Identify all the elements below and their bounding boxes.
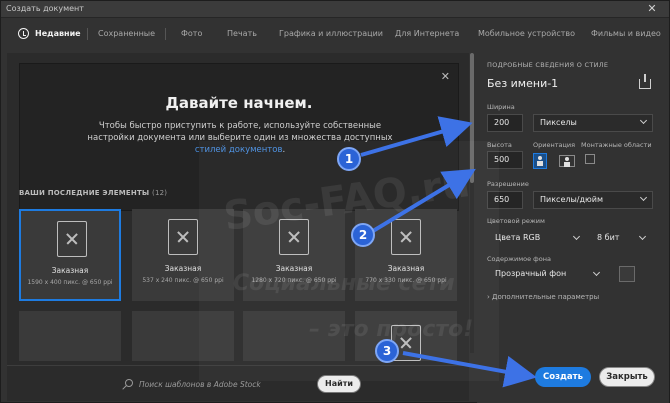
arrow-to-create — [402, 351, 537, 388]
annotation-arrows — [360, 116, 537, 388]
callout-badge: 3 — [375, 339, 399, 363]
create-document-dialog: Создать документ ✕ Недавние Сохраненные … — [0, 0, 670, 403]
callout-badge: 2 — [351, 223, 375, 247]
arrow-to-width — [360, 116, 473, 157]
callout-badge: 1 — [337, 147, 361, 171]
arrow-to-height — [371, 168, 476, 233]
